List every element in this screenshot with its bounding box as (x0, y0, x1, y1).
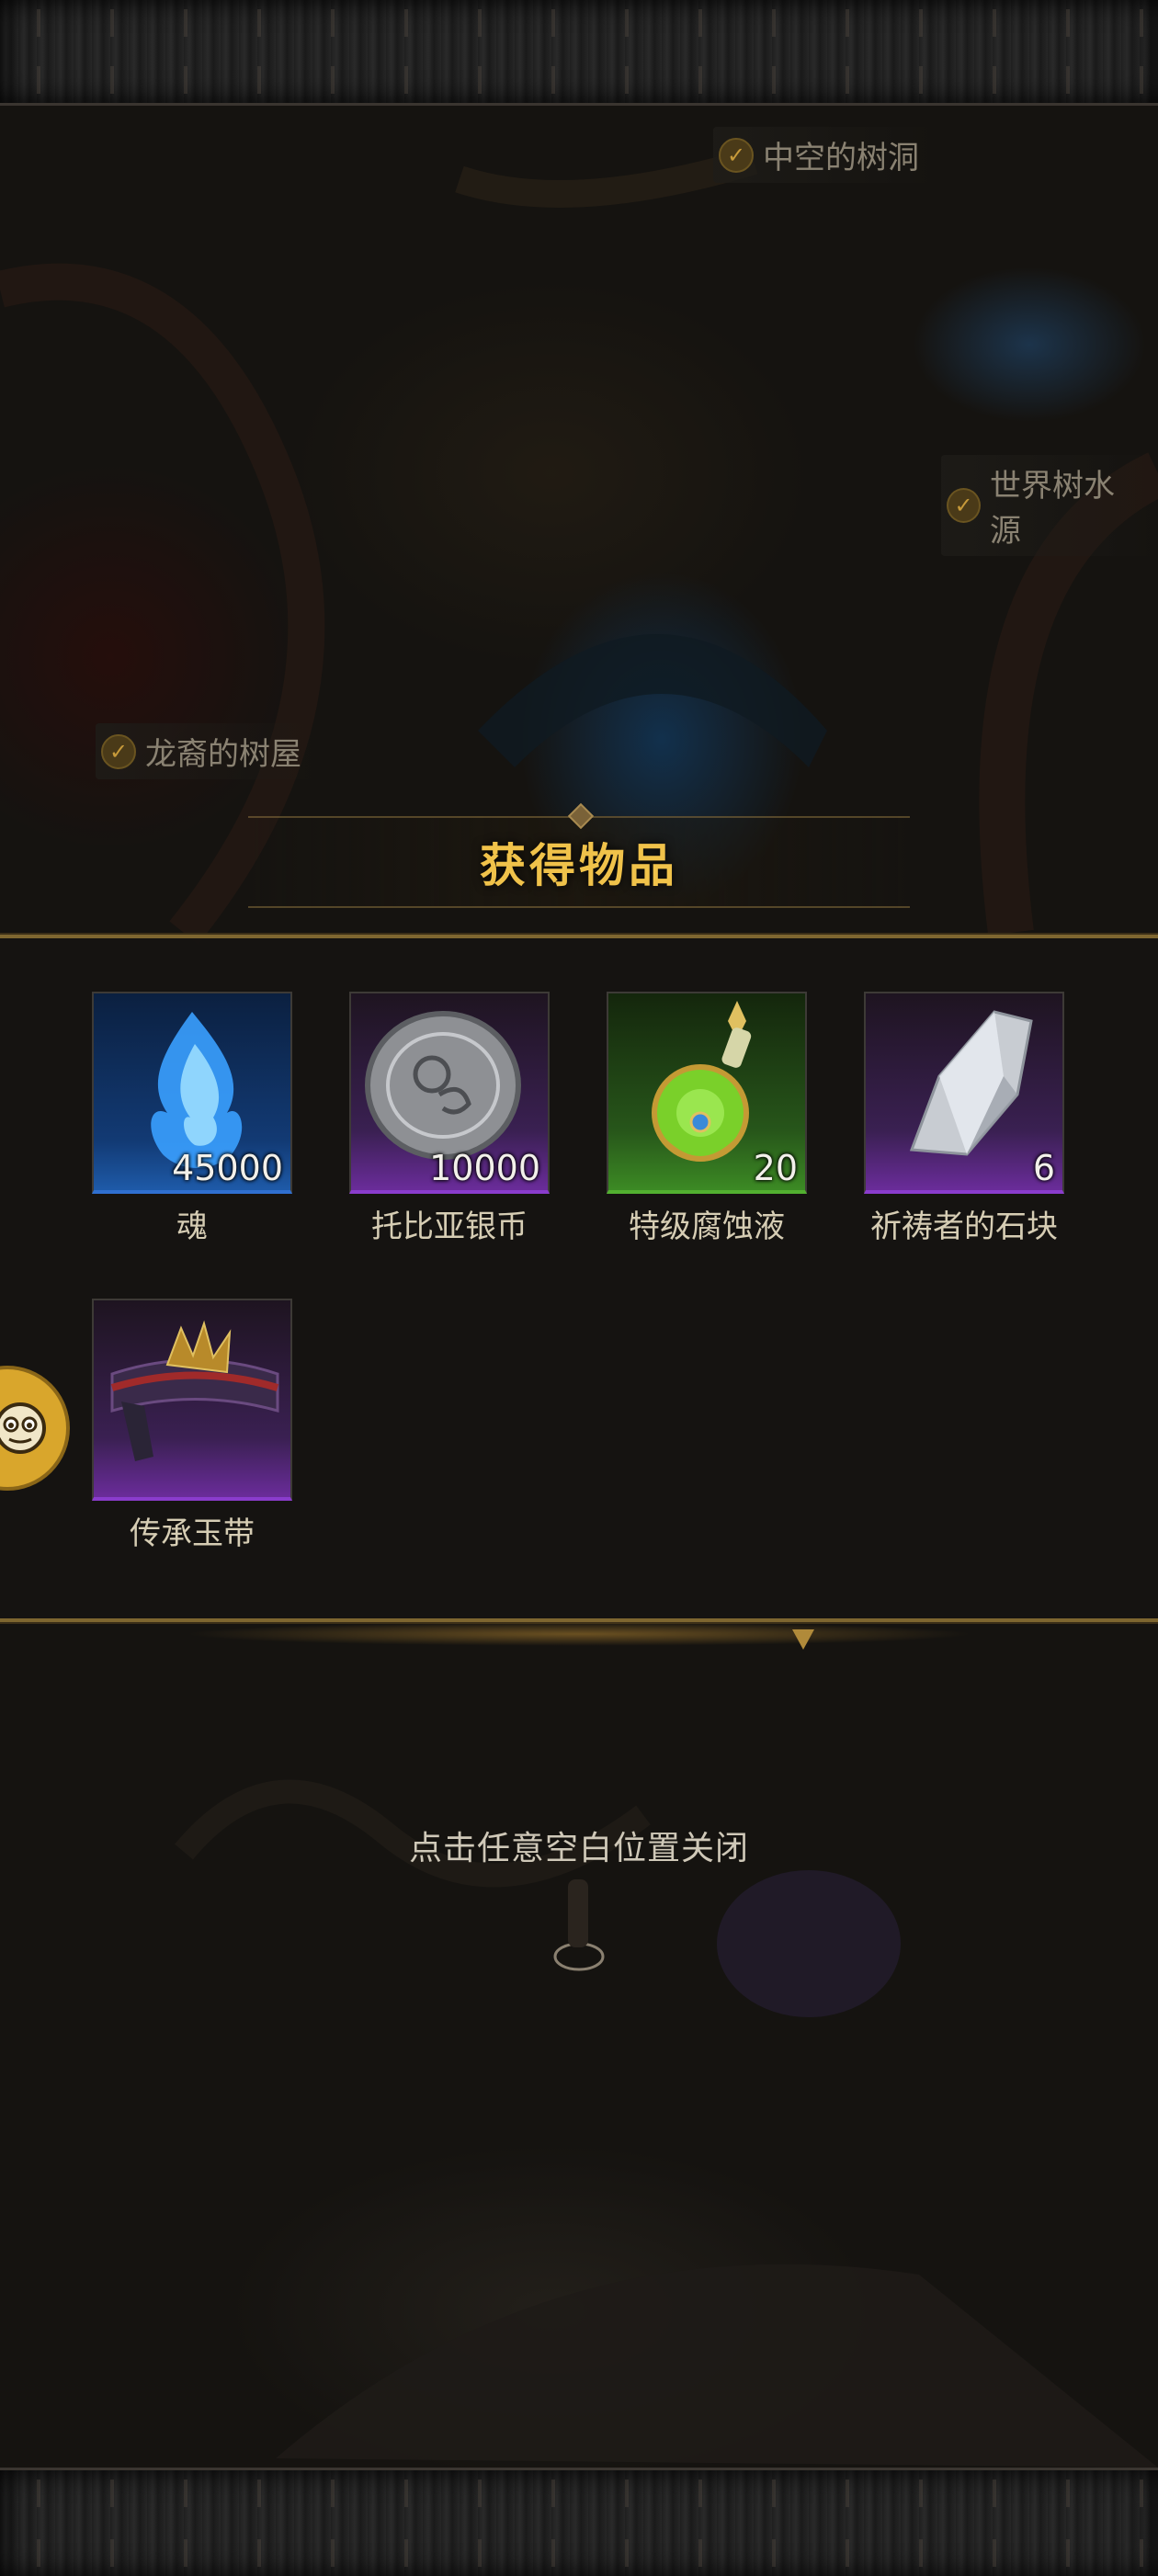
bottom-frame-bar (0, 2468, 1158, 2576)
item-count: 6 (1032, 1148, 1055, 1188)
reward-item-prayer-stone[interactable]: 6 祈祷者的石块 (864, 992, 1064, 1246)
player-marker-ring (553, 1942, 605, 1971)
reward-panel: 45000 魂 10000 托比亚银币 20 特级腐蚀液 6 祈祷者的石块 传承… (0, 935, 1158, 1650)
item-name: 传承玉带 (130, 1515, 255, 1552)
item-slot (92, 1299, 292, 1501)
item-name: 特级腐蚀液 (629, 1209, 785, 1245)
checkmark-icon: ✓ (719, 137, 754, 173)
item-slot: 45000 (92, 992, 292, 1194)
reward-title-banner: 获得物品 (248, 802, 910, 908)
ornate-belt-icon (110, 1320, 279, 1461)
reward-item-silver-coin[interactable]: 10000 托比亚银币 (349, 992, 550, 1246)
map-label-world-tree-water[interactable]: ✓ 世界树水源 (941, 455, 1158, 556)
item-slot: 6 (864, 992, 1064, 1194)
reward-item-heritage-belt[interactable]: 传承玉带 (92, 1299, 292, 1553)
checkmark-icon: ✓ (947, 488, 981, 523)
top-frame-bar (0, 0, 1158, 106)
player-character (568, 1879, 588, 1947)
item-slot: 20 (607, 992, 807, 1194)
panel-arrow-marker-icon (792, 1629, 814, 1650)
dragon-creature (717, 1870, 901, 2017)
item-slot: 10000 (349, 992, 550, 1194)
item-count: 20 (753, 1148, 798, 1188)
item-count: 10000 (429, 1148, 540, 1188)
close-hint-text: 点击任意空白位置关闭 (408, 1830, 749, 1867)
map-label-hollow-tree[interactable]: ✓ 中空的树洞 (713, 127, 936, 183)
checkmark-icon: ✓ (101, 733, 136, 769)
reward-title: 获得物品 (480, 839, 678, 892)
item-name: 托比亚银币 (371, 1209, 528, 1245)
item-name: 魂 (176, 1209, 208, 1245)
map-label-dragon-treehouse[interactable]: ✓ 龙裔的树屋 (96, 723, 318, 779)
reward-item-soul[interactable]: 45000 魂 (92, 992, 292, 1246)
item-count: 45000 (172, 1148, 283, 1188)
item-name: 祈祷者的石块 (870, 1209, 1058, 1245)
face-chat-icon (0, 1402, 46, 1454)
reward-item-corrosive-liquid[interactable]: 20 特级腐蚀液 (607, 992, 807, 1246)
